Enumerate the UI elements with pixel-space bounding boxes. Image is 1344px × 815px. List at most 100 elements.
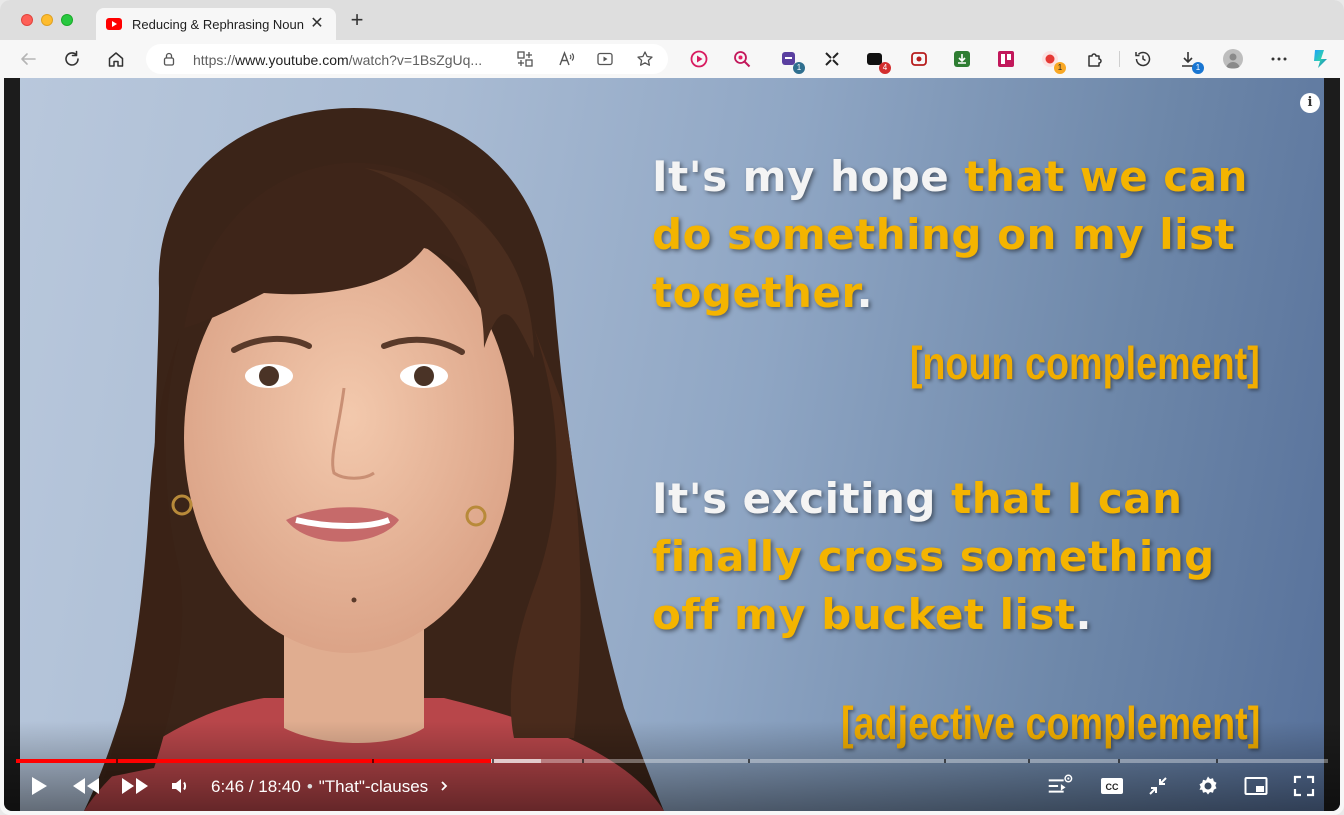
- video-info-icon[interactable]: i: [1300, 93, 1320, 113]
- video-player[interactable]: i It's my hope that we can do something …: [4, 78, 1340, 811]
- caption-1-end: .: [856, 268, 874, 317]
- browser-toolbar: https://www.youtube.com/watch?v=1BsZgUq.…: [0, 40, 1344, 78]
- video-letterbox-right: [1324, 78, 1340, 811]
- copilot-icon[interactable]: [1309, 47, 1333, 71]
- progress-played: [16, 759, 491, 763]
- chapter-marker: [116, 759, 118, 763]
- youtube-favicon-icon: [106, 18, 122, 30]
- captions-button[interactable]: CC: [1098, 772, 1126, 800]
- url-text[interactable]: https://www.youtube.com/watch?v=1BsZgUq.…: [193, 52, 503, 68]
- url-scheme: https://: [193, 52, 236, 68]
- download-badge: 1: [1192, 62, 1204, 74]
- zoom-window-button[interactable]: [61, 14, 73, 26]
- home-button[interactable]: [105, 48, 127, 70]
- chapter-separator: •: [306, 777, 313, 796]
- app-grid-icon[interactable]: [516, 50, 534, 68]
- address-bar[interactable]: https://www.youtube.com/watch?v=1BsZgUq.…: [146, 44, 668, 74]
- next-button[interactable]: [119, 772, 151, 800]
- rec-ext-icon[interactable]: 1: [1040, 49, 1066, 74]
- caption-2-white: It's exciting: [652, 474, 952, 523]
- new-tab-button[interactable]: +: [346, 9, 368, 32]
- ext-badge: 1: [793, 62, 805, 74]
- video-letterbox-left: [4, 78, 20, 811]
- caption-label-noun-complement: [noun complement]: [910, 337, 1260, 389]
- download-ext-icon[interactable]: [952, 49, 972, 69]
- toolbar-divider: [1119, 51, 1120, 67]
- expand-ext-icon[interactable]: [822, 49, 842, 69]
- duration: 18:40: [258, 777, 301, 796]
- gear-icon: [1199, 776, 1217, 795]
- reload-button[interactable]: [61, 48, 83, 70]
- media-play-icon[interactable]: [596, 50, 614, 68]
- caption-2-end: .: [1075, 590, 1092, 639]
- time-display: 6:46 / 18:40 • "That"-clauses: [211, 777, 449, 797]
- caption-sentence-2: It's exciting that I can finally cross s…: [652, 470, 1242, 644]
- settings-button[interactable]: [1194, 772, 1222, 800]
- magnify-ext-glyph: [734, 51, 751, 68]
- history-icon[interactable]: [1133, 49, 1153, 69]
- queue-settings-icon: [1048, 774, 1073, 793]
- extensions-puzzle-icon[interactable]: [1085, 49, 1105, 69]
- puzzle-ext-icon[interactable]: 1: [779, 49, 805, 74]
- rewind-icon: [73, 778, 99, 794]
- tab-close-icon[interactable]: ✕: [308, 15, 326, 33]
- reload-icon: [65, 50, 79, 66]
- autoplay-settings-button[interactable]: [1045, 772, 1073, 800]
- record-ext-icon[interactable]: [909, 49, 929, 69]
- record-ext-glyph: [911, 52, 927, 66]
- previous-button[interactable]: [70, 772, 102, 800]
- chapter-marker: [748, 759, 750, 763]
- chevron-right-icon[interactable]: [439, 780, 449, 792]
- chapter-marker: [944, 759, 946, 763]
- progress-bar[interactable]: [16, 759, 1328, 763]
- chapter-marker: [1216, 759, 1218, 763]
- puzzle-glyph: [1088, 53, 1102, 67]
- current-time: 6:46: [211, 777, 245, 796]
- history-glyph: [1135, 51, 1151, 67]
- tab-active[interactable]: Reducing & Rephrasing Noun Clauses ✕: [96, 8, 336, 40]
- profile-glyph: [1226, 53, 1240, 68]
- back-button[interactable]: [17, 48, 39, 70]
- copilot-glyph: [1314, 50, 1327, 68]
- chapter-title[interactable]: "That"-clauses: [319, 777, 428, 796]
- fullscreen-icon: [1293, 775, 1315, 797]
- ext-badge: 1: [1054, 62, 1066, 74]
- favorite-star-icon[interactable]: [636, 50, 654, 68]
- close-window-button[interactable]: [21, 14, 33, 26]
- chapter-marker: [492, 759, 494, 763]
- miniplayer-button[interactable]: [1242, 772, 1270, 800]
- video-ext-icon[interactable]: [689, 49, 709, 69]
- download-ext-glyph: [954, 51, 970, 67]
- chapter-marker: [1118, 759, 1120, 763]
- caption-1-white: It's my hope: [652, 152, 965, 201]
- browser-window: Reducing & Rephrasing Noun Clauses ✕ + h…: [0, 0, 1344, 815]
- chapter-marker: [1028, 759, 1030, 763]
- play-icon: [32, 777, 47, 795]
- presenter-image: [84, 108, 664, 811]
- board-ext-icon[interactable]: [996, 49, 1016, 69]
- volume-button[interactable]: [167, 772, 195, 800]
- expand-ext-glyph: [825, 52, 839, 66]
- play-button[interactable]: [25, 772, 53, 800]
- exit-expanded-button[interactable]: [1144, 772, 1172, 800]
- ellipsis-glyph: [1271, 57, 1287, 61]
- miniplayer-icon: [1244, 777, 1268, 795]
- volume-icon: [172, 779, 187, 793]
- controls-gradient: [4, 721, 1340, 811]
- read-aloud-icon[interactable]: [557, 50, 575, 68]
- fast-forward-icon: [122, 778, 148, 794]
- lock-icon[interactable]: [162, 52, 176, 66]
- arrow-left-icon: [21, 53, 36, 65]
- fullscreen-button[interactable]: [1290, 772, 1318, 800]
- downloads-icon[interactable]: 1: [1178, 49, 1204, 74]
- collapse-icon: [1149, 777, 1167, 795]
- magnify-ext-icon[interactable]: [732, 49, 752, 69]
- more-options-icon[interactable]: [1269, 49, 1289, 69]
- dark-ext-icon[interactable]: 4: [865, 49, 891, 74]
- minimize-window-button[interactable]: [41, 14, 53, 26]
- chapter-marker: [582, 759, 584, 763]
- caption-sentence-1: It's my hope that we can do something on…: [652, 148, 1262, 322]
- chapter-marker: [372, 759, 374, 763]
- profile-avatar[interactable]: [1223, 49, 1243, 69]
- title-bar: Reducing & Rephrasing Noun Clauses ✕ +: [0, 0, 1344, 40]
